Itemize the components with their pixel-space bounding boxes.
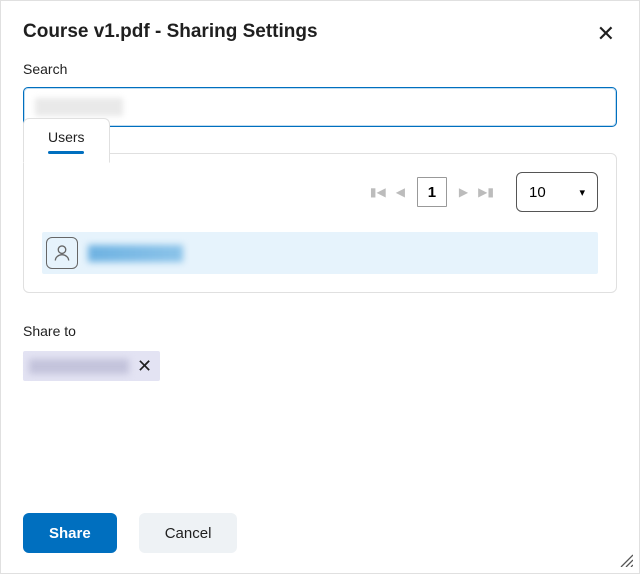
dialog-header: Course v1.pdf - Sharing Settings ✕ (1, 1, 639, 55)
search-input[interactable] (23, 87, 617, 127)
cancel-button[interactable]: Cancel (139, 513, 238, 553)
page-number-text: 1 (428, 184, 436, 201)
tab-label: Users (48, 129, 85, 145)
search-label: Search (23, 61, 617, 77)
next-page-icon[interactable]: ▶ (459, 185, 468, 199)
remove-chip-button[interactable]: ✕ (137, 357, 152, 375)
dialog-body[interactable]: Search Users ▮◀ ◀ 1 ▶ ▶▮ 10 ▾ (1, 55, 639, 503)
chevron-down-icon: ▾ (579, 186, 585, 199)
redacted-user-name (88, 245, 183, 262)
tab-users[interactable]: Users (23, 118, 110, 163)
avatar-icon (46, 237, 78, 269)
prev-page-icon[interactable]: ◀ (396, 185, 405, 199)
page-size-select[interactable]: 10 ▾ (516, 172, 598, 212)
share-chip: ✕ (23, 351, 160, 381)
tab-active-indicator (48, 151, 84, 154)
share-to-label: Share to (23, 323, 617, 339)
redacted-chip-name (29, 359, 129, 374)
dialog-title: Course v1.pdf - Sharing Settings (23, 21, 318, 43)
page-size-value: 10 (529, 184, 546, 201)
sharing-dialog: Course v1.pdf - Sharing Settings ✕ Searc… (0, 0, 640, 574)
users-panel: Users ▮◀ ◀ 1 ▶ ▶▮ 10 ▾ (23, 153, 617, 293)
pager: ▮◀ ◀ 1 ▶ ▶▮ 10 ▾ (42, 172, 598, 212)
last-page-icon[interactable]: ▶▮ (478, 185, 494, 199)
user-row[interactable] (42, 232, 598, 274)
close-button[interactable]: ✕ (595, 21, 617, 47)
dialog-footer: Share Cancel (1, 503, 639, 573)
current-page[interactable]: 1 (417, 177, 447, 207)
first-page-icon[interactable]: ▮◀ (370, 185, 386, 199)
share-button[interactable]: Share (23, 513, 117, 553)
